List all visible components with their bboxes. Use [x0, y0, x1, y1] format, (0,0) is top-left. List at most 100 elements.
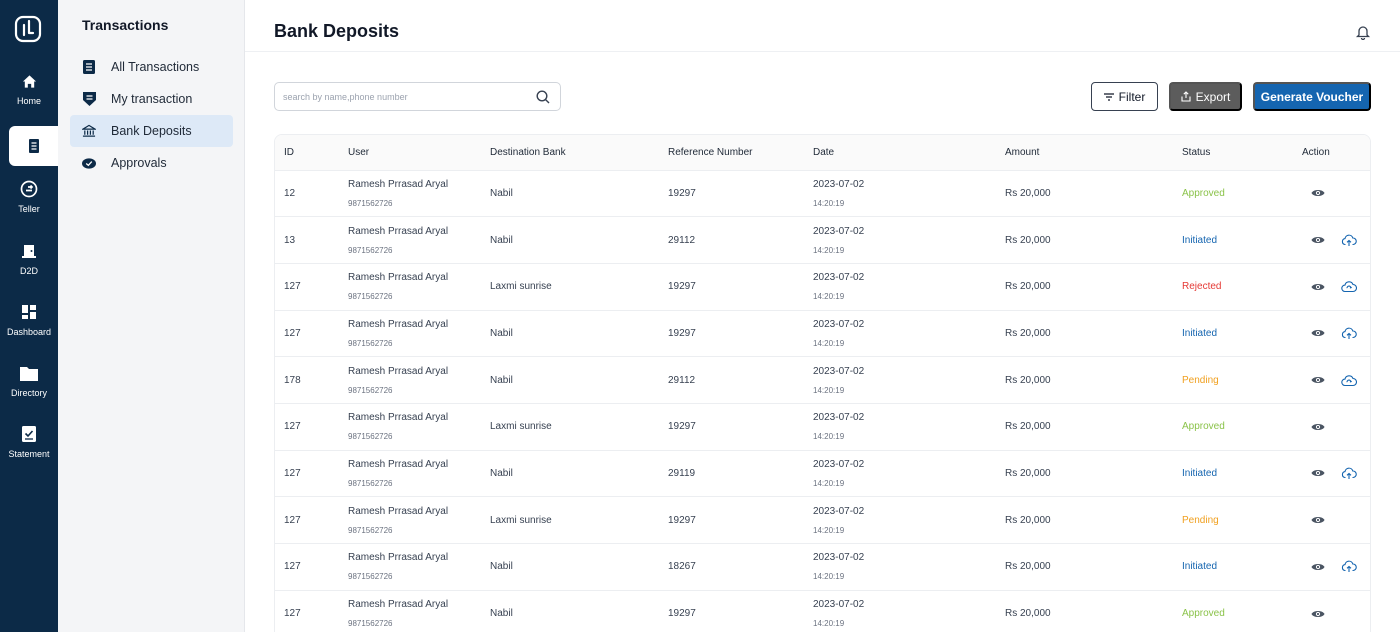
- upload-cloud-icon[interactable]: [1341, 232, 1357, 248]
- rail-item-dashboard[interactable]: Dashboard: [0, 303, 58, 347]
- subnav-item-approvals[interactable]: Approvals: [70, 147, 233, 179]
- cell-amount: Rs 20,000: [1005, 421, 1051, 433]
- app-rail: Home Teller D2D Dashboard Directory Stat…: [0, 0, 58, 632]
- cell-reference-number: 19297: [668, 608, 696, 620]
- share-icon: [1181, 91, 1191, 102]
- search-icon[interactable]: [536, 90, 550, 104]
- rail-item-d2d[interactable]: D2D: [0, 242, 58, 286]
- cell-id: 13: [284, 234, 296, 246]
- transactions-subnav: Transactions All Transactions My transac…: [58, 0, 245, 632]
- cloud-sync-icon[interactable]: [1341, 372, 1357, 388]
- user-phone: 9871562726: [348, 385, 393, 395]
- column-header-id[interactable]: ID: [275, 135, 348, 170]
- cell-action: [1302, 403, 1370, 450]
- rail-item-transactions[interactable]: [9, 126, 58, 166]
- filter-label: Filter: [1118, 89, 1146, 104]
- export-label: Export: [1195, 89, 1231, 104]
- date-value: 2023-07-02: [813, 365, 865, 377]
- receipt-icon: [25, 137, 43, 155]
- column-header-destination-bank[interactable]: Destination Bank: [490, 135, 668, 170]
- subnav-item-all-transactions[interactable]: All Transactions: [70, 51, 233, 83]
- cell-amount: Rs 20,000: [1005, 514, 1051, 526]
- page-header: Bank Deposits: [245, 0, 1400, 52]
- cell-reference-number: 29112: [668, 234, 696, 246]
- date-value: 2023-07-02: [813, 178, 865, 190]
- cell-amount: Rs 20,000: [1005, 327, 1051, 339]
- cell-action: [1302, 357, 1370, 404]
- view-eye-icon[interactable]: [1310, 465, 1326, 481]
- cell-destination-bank: Nabil: [490, 374, 513, 386]
- cell-user: Ramesh Prrasad Aryal 9871562726: [348, 170, 490, 217]
- cell-reference-number: 18267: [668, 561, 696, 573]
- cell-id: 127: [284, 421, 301, 433]
- bell-icon[interactable]: [1355, 24, 1371, 41]
- cell-user: Ramesh Prrasad Aryal 9871562726: [348, 310, 490, 357]
- cell-id: 127: [284, 467, 301, 479]
- cell-action: [1302, 497, 1370, 544]
- search-input[interactable]: [283, 89, 523, 105]
- view-eye-icon[interactable]: [1310, 372, 1326, 388]
- cell-id: 127: [284, 327, 301, 339]
- user-name: Ramesh Prrasad Aryal: [348, 599, 449, 611]
- subnav-item-my-transaction[interactable]: My transaction: [70, 83, 233, 115]
- date-value: 2023-07-02: [813, 552, 865, 564]
- upload-cloud-icon[interactable]: [1341, 559, 1357, 575]
- cell-destination-bank: Laxmi sunrise: [490, 514, 552, 526]
- cell-amount: Rs 20,000: [1005, 608, 1051, 620]
- cell-amount: Rs 20,000: [1005, 467, 1051, 479]
- time-value: 14:20:19: [813, 432, 845, 442]
- cell-date: 2023-07-02 14:20:19: [813, 497, 1005, 544]
- cell-amount: Rs 20,000: [1005, 561, 1051, 573]
- rail-item-home[interactable]: Home: [0, 72, 58, 116]
- cell-user: Ramesh Prrasad Aryal 9871562726: [348, 590, 490, 632]
- view-eye-icon[interactable]: [1310, 512, 1326, 528]
- cell-destination-bank: Laxmi sunrise: [490, 281, 552, 293]
- cell-destination-bank: Nabil: [490, 608, 513, 620]
- cell-action: [1302, 170, 1370, 217]
- view-eye-icon[interactable]: [1310, 232, 1326, 248]
- column-header-user[interactable]: User: [348, 135, 490, 170]
- upload-cloud-icon[interactable]: [1341, 325, 1357, 341]
- app-logo-icon[interactable]: [14, 15, 42, 43]
- cell-amount: Rs 20,000: [1005, 234, 1051, 246]
- table-row: 12 Ramesh Prrasad Aryal 9871562726 Nabil 192…: [275, 170, 1370, 217]
- view-eye-icon[interactable]: [1310, 606, 1326, 622]
- export-button[interactable]: Export: [1169, 82, 1242, 111]
- column-header-status[interactable]: Status: [1182, 135, 1302, 170]
- column-header-date[interactable]: Date: [813, 135, 1005, 170]
- date-value: 2023-07-02: [813, 458, 865, 470]
- view-eye-icon[interactable]: [1310, 325, 1326, 341]
- home-icon: [20, 72, 38, 90]
- column-header-reference-number[interactable]: Reference Number: [668, 135, 813, 170]
- generate-voucher-button[interactable]: Generate Voucher: [1253, 82, 1371, 111]
- cell-destination-bank: Nabil: [490, 187, 513, 199]
- rail-item-directory[interactable]: Directory: [0, 364, 58, 408]
- view-eye-icon[interactable]: [1310, 185, 1326, 201]
- teller-icon: [20, 180, 38, 198]
- upload-cloud-icon[interactable]: [1341, 465, 1357, 481]
- filter-button[interactable]: Filter: [1091, 82, 1158, 111]
- view-eye-icon[interactable]: [1310, 279, 1326, 295]
- user-name: Ramesh Prrasad Aryal: [348, 178, 449, 190]
- rail-label: Home: [16, 96, 41, 106]
- column-header-action: Action: [1302, 146, 1330, 158]
- subnav-item-bank-deposits[interactable]: Bank Deposits: [70, 115, 233, 147]
- cell-id: 127: [284, 514, 301, 526]
- time-value: 14:20:19: [813, 292, 845, 302]
- page-title: Bank Deposits: [274, 21, 400, 41]
- cell-reference-number: 29119: [668, 467, 696, 479]
- cloud-sync-icon[interactable]: [1341, 279, 1357, 295]
- user-phone: 9871562726: [348, 245, 393, 255]
- column-header-amount[interactable]: Amount: [1005, 135, 1182, 170]
- view-eye-icon[interactable]: [1310, 559, 1326, 575]
- view-eye-icon[interactable]: [1310, 419, 1326, 435]
- user-phone: 9871562726: [348, 619, 393, 629]
- user-phone: 9871562726: [348, 292, 393, 302]
- rail-item-teller[interactable]: Teller: [0, 180, 58, 224]
- cell-amount: Rs 20,000: [1005, 187, 1051, 199]
- table-row: 127 Ramesh Prrasad Aryal 9871562726 Nabil 19…: [275, 310, 1370, 357]
- subnav-item-label: My transaction: [111, 92, 193, 106]
- rail-item-statement[interactable]: Statement: [0, 425, 58, 469]
- cell-amount: Rs 20,000: [1005, 374, 1051, 386]
- filter-icon: [1103, 92, 1114, 101]
